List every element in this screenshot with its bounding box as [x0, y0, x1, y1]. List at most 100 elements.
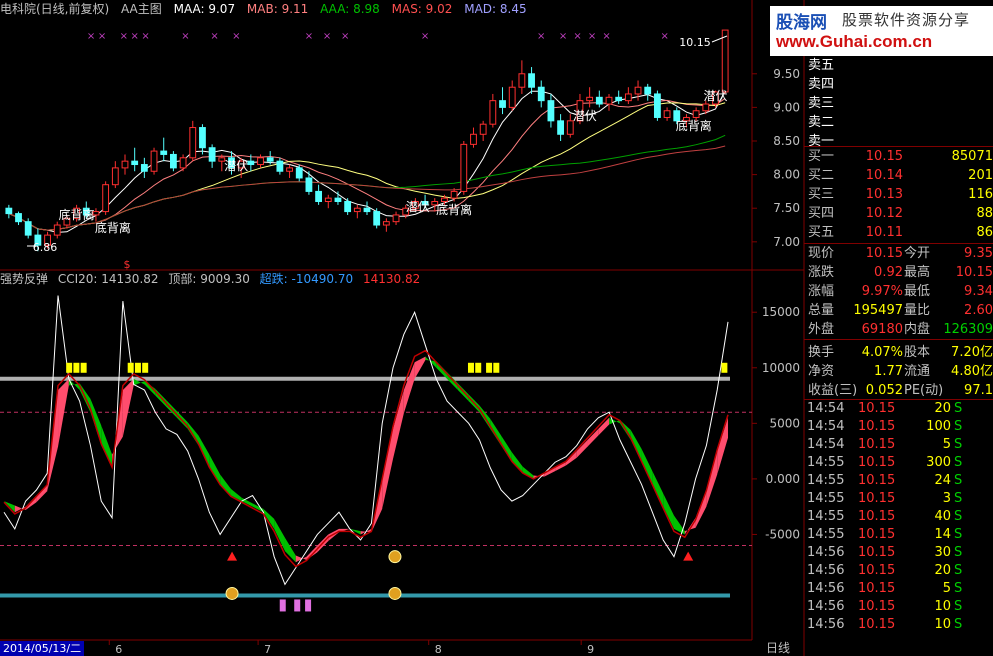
indicator-name[interactable]: AA主图	[121, 2, 162, 16]
ma-line	[3, 349, 729, 568]
candle-body	[615, 96, 623, 102]
tick-time: 14:54	[807, 419, 845, 434]
tick-time: 14:56	[807, 617, 845, 632]
top-marker: ×	[421, 31, 429, 42]
stock-title: 电科院(日线,前复权)	[0, 2, 110, 16]
tick-price: 10.15	[858, 473, 896, 488]
tick-row: 14:56 10.15 20 S	[804, 562, 993, 580]
time-tick-label: 6	[115, 643, 122, 656]
time-tick-label: 8	[435, 643, 442, 656]
period-tab[interactable]: 日线	[766, 641, 790, 656]
mad-value: MAD: 8.45	[464, 2, 527, 16]
stat-row: 现价 10.15 今开 9.35	[804, 244, 993, 263]
candle-body	[392, 214, 400, 223]
tick-volume: 10	[934, 599, 951, 614]
stat-label-2: 今开	[904, 246, 931, 261]
stat-label: 外盘	[808, 322, 835, 337]
price-tick-label: 7.00	[773, 235, 800, 249]
top-signal-block	[142, 362, 149, 373]
bid-label: 买二	[808, 168, 835, 183]
tick-time: 14:56	[807, 563, 845, 578]
money-bag-icon	[388, 550, 402, 564]
stat-row: 总量 195497 量比 2.60	[804, 301, 993, 320]
ribbon-segment	[284, 537, 296, 563]
tick-side: S	[954, 599, 963, 614]
date-label: 2014/05/13/二	[0, 641, 85, 656]
tick-time: 14:56	[807, 545, 845, 560]
ribbon-segment	[220, 474, 231, 496]
bid-label: 买五	[808, 225, 835, 240]
tick-side: S	[954, 509, 963, 524]
candle-body	[160, 150, 168, 155]
tick-side: S	[954, 617, 963, 632]
bid-volume: 88	[976, 206, 993, 221]
cci-line	[3, 295, 729, 586]
tick-price: 10.15	[858, 419, 896, 434]
bid-row: 买二 10.14 201	[804, 166, 993, 185]
ind-tick-label: 5000	[769, 416, 800, 430]
tick-row: 14:56 10.15 10 S	[804, 616, 993, 634]
top-marker: ×	[120, 31, 128, 42]
bid-row: 买三 10.13 116	[804, 185, 993, 204]
candle-body	[315, 190, 323, 203]
up-triangle-icon	[227, 551, 238, 561]
top-signal-block	[486, 362, 493, 373]
candle-body	[24, 221, 32, 236]
tick-volume: 20	[934, 563, 951, 578]
stat-value-2: 4.80亿	[951, 364, 993, 379]
ask-row: 卖四	[804, 75, 993, 94]
stat-label: 涨跌	[808, 265, 835, 280]
indicator-title[interactable]: 强势反弹	[0, 272, 48, 286]
stat-label-2: 最高	[904, 265, 931, 280]
candle-body	[702, 103, 710, 112]
stat-label: 收益(三)	[808, 383, 858, 398]
signal-label: 潜伏	[573, 109, 597, 123]
ribbon-segment	[609, 417, 620, 425]
candle-body	[199, 127, 206, 149]
tick-volume: 5	[942, 581, 951, 596]
candle-body	[266, 157, 274, 162]
ribbon-segment	[706, 451, 718, 507]
tick-price: 10.15	[858, 455, 896, 470]
candle-body	[169, 153, 177, 169]
ind-tick-label: -5000	[765, 527, 800, 541]
candle-body	[5, 207, 13, 215]
candle-body	[257, 157, 264, 166]
bid-volume: 86	[976, 225, 993, 240]
candle-body	[644, 86, 652, 95]
top-marker: ×	[141, 31, 149, 42]
top-signal-block	[721, 362, 728, 373]
bottom-signal-block	[294, 599, 301, 612]
tick-volume: 40	[934, 509, 951, 524]
indicator-header: 强势反弹 CCI20: 14130.82 顶部: 9009.30 超跌: -10…	[0, 270, 426, 288]
stat-label: 涨幅	[808, 284, 835, 299]
tick-volume: 300	[926, 455, 951, 470]
tick-side: S	[954, 545, 963, 560]
ribbon-segment	[58, 378, 69, 447]
ask-row: 卖五	[804, 56, 993, 75]
time-tick-label: 7	[264, 643, 271, 656]
stat-label-2: 股本	[904, 345, 931, 360]
candle-body	[547, 100, 555, 122]
tick-volume: 30	[934, 545, 951, 560]
stat-value: 195497	[853, 303, 903, 318]
stat-value: 4.07%	[861, 345, 903, 360]
stat-label-2: PE(动)	[904, 383, 944, 398]
stat-label: 现价	[808, 246, 835, 261]
top-signal-block	[475, 362, 482, 373]
stat-label: 总量	[808, 303, 835, 318]
bid-row: 买一 10.15 85071	[804, 147, 993, 166]
high-price-label: 10.15	[679, 36, 711, 49]
candle-body	[324, 197, 332, 202]
tick-row: 14:54 10.15 100 S	[804, 418, 993, 436]
candle-body	[247, 160, 255, 166]
tick-side: S	[954, 455, 963, 470]
aaa-value: AAA: 8.98	[320, 2, 380, 16]
top-signal-block	[134, 362, 141, 373]
bottom-signal-block	[279, 599, 286, 612]
candle-body	[276, 160, 284, 172]
bid-volume: 116	[968, 187, 993, 202]
candle-body	[15, 213, 22, 223]
top-marker: ×	[602, 31, 610, 42]
tick-row: 14:55 10.15 24 S	[804, 472, 993, 490]
